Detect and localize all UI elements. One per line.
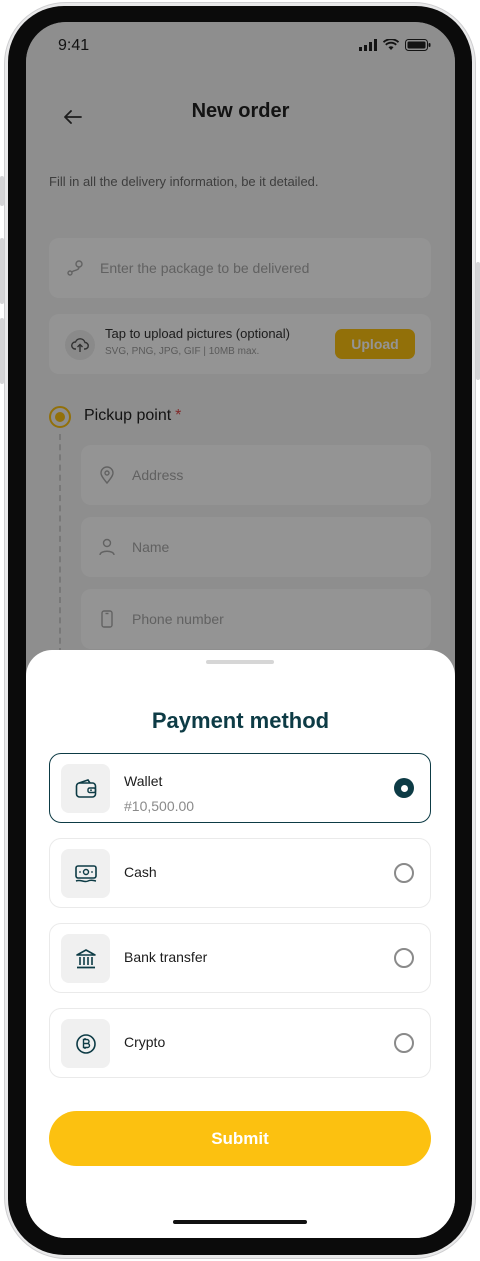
wallet-icon bbox=[61, 764, 110, 813]
bitcoin-icon bbox=[61, 1019, 110, 1068]
bank-transfer-radio[interactable] bbox=[394, 948, 414, 968]
payment-option-cash[interactable]: Cash bbox=[49, 838, 431, 908]
sheet-grabber[interactable] bbox=[206, 660, 274, 664]
bank-icon bbox=[61, 934, 110, 983]
power-button bbox=[476, 262, 480, 380]
payment-option-crypto[interactable]: Crypto bbox=[49, 1008, 431, 1078]
wallet-balance: #10,500.00 bbox=[124, 798, 195, 814]
mute-switch bbox=[0, 176, 4, 206]
wallet-radio[interactable] bbox=[394, 778, 414, 798]
payment-method-sheet: Payment method Wallet #10,500.00 Cash Ba… bbox=[26, 650, 455, 1238]
cash-label: Cash bbox=[124, 864, 157, 880]
payment-option-wallet[interactable]: Wallet #10,500.00 bbox=[49, 753, 431, 823]
wallet-label: Wallet bbox=[124, 773, 163, 789]
crypto-radio[interactable] bbox=[394, 1033, 414, 1053]
sheet-title: Payment method bbox=[151, 708, 330, 733]
home-indicator bbox=[173, 1220, 307, 1224]
submit-button[interactable]: Submit bbox=[49, 1111, 431, 1166]
bank-transfer-label: Bank transfer bbox=[124, 949, 208, 965]
cash-radio[interactable] bbox=[394, 863, 414, 883]
screen: 9:41 New order Fill in all the delivery … bbox=[26, 22, 455, 1238]
crypto-label: Crypto bbox=[124, 1034, 166, 1050]
payment-option-bank-transfer[interactable]: Bank transfer bbox=[49, 923, 431, 993]
volume-down-button bbox=[0, 318, 4, 384]
cash-icon bbox=[61, 849, 110, 898]
volume-up-button bbox=[0, 238, 4, 304]
